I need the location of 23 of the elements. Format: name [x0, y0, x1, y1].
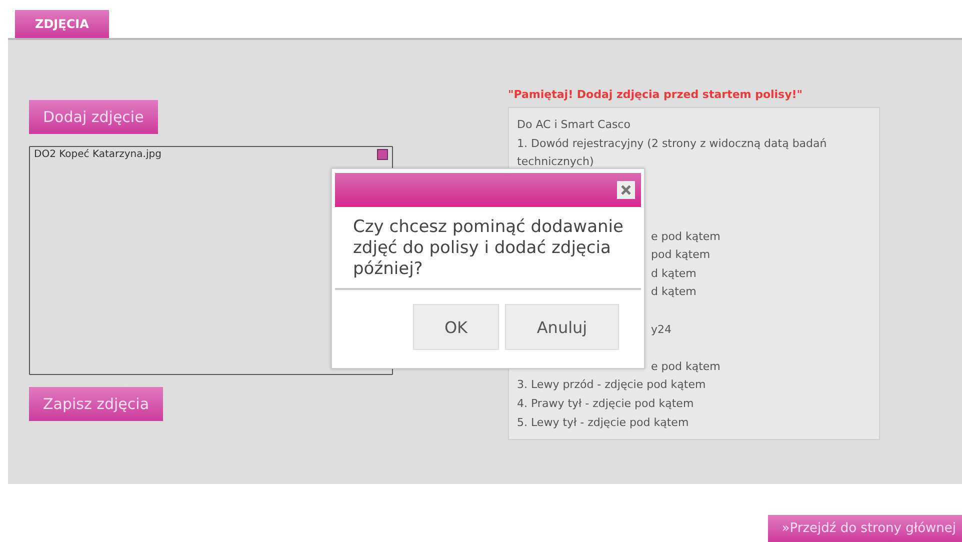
info-line: e pod kątem — [651, 360, 720, 373]
ok-button[interactable]: OK — [413, 304, 499, 350]
remove-file-button[interactable] — [377, 149, 388, 160]
info-line: pod kątem — [651, 248, 710, 262]
tab[interactable]: ZDJĘCIA — [15, 10, 109, 38]
reminder-text: "Pamiętaj! Dodaj zdjęcia przed startem polisy!" — [508, 88, 804, 101]
info-line: y24 — [651, 322, 672, 336]
info-line: 3. Lewy przód - zdjęcie pod kątem — [517, 377, 707, 394]
info-line: 5. Lewy tył - zdjęcie pod kątem — [517, 414, 690, 430]
cancel-button[interactable]: Anuluj — [505, 304, 619, 350]
info-line: 4. Prawy tył - zdjęcie pod kątem — [517, 396, 695, 412]
info-line: e pod kątem — [651, 230, 720, 243]
info-line: 1. Dowód rejestracyjny (2 strony z widoczną datą badań technicznych) — [517, 136, 828, 170]
home-link-button[interactable]: »Przejdź do strony głównej — [768, 515, 962, 542]
close-icon — [621, 185, 631, 195]
add-photo-button[interactable]: Dodaj zdjęcie — [29, 100, 158, 134]
file-name[interactable]: DO2 Kopeć Katarzyna.jpg — [34, 149, 162, 160]
info-line: Do AC i Smart Casco — [517, 117, 632, 133]
dialog-message: Czy chcesz pominąć dodawanie zdjęć do polisy i dodać zdjęcia później? — [352, 216, 624, 281]
info-line: d kątem — [651, 266, 696, 280]
close-button[interactable] — [617, 181, 635, 199]
save-photos-button[interactable]: Zapisz zdjęcia — [29, 387, 164, 421]
info-line: d kątem — [651, 285, 696, 298]
